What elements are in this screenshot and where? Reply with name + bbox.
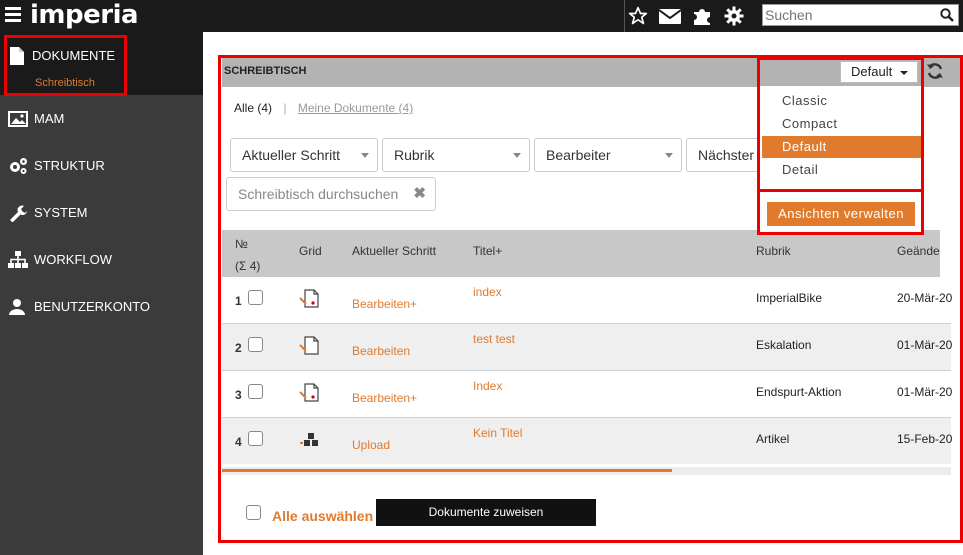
gear-icon[interactable] (718, 0, 750, 32)
wrench-icon (10, 205, 27, 222)
puzzle-icon[interactable] (686, 0, 718, 32)
manage-views-button[interactable]: Ansichten verwalten (767, 202, 915, 226)
global-search[interactable] (762, 4, 959, 26)
sidebar-item-label: STRUKTUR (34, 158, 105, 173)
highlight-box-view-options (757, 57, 924, 192)
envelope-icon[interactable] (654, 0, 686, 32)
user-icon (9, 298, 25, 315)
top-bar: imperia (0, 0, 963, 32)
sitemap-icon (8, 250, 28, 268)
highlight-box-dokumente (4, 35, 127, 96)
sidebar-item-mam[interactable]: MAM (0, 95, 203, 142)
hamburger-menu-icon[interactable] (5, 7, 21, 22)
sidebar-item-system[interactable]: SYSTEM (0, 189, 203, 236)
global-search-input[interactable] (763, 5, 933, 25)
top-bar-icons (622, 0, 750, 32)
search-icon[interactable] (940, 8, 954, 25)
sidebar-item-label: BENUTZERKONTO (34, 299, 151, 314)
imperia-logo[interactable]: imperia (30, 0, 139, 30)
sidebar-item-struktur[interactable]: STRUKTUR (0, 142, 203, 189)
sidebar-item-workflow[interactable]: WORKFLOW (0, 236, 203, 283)
sidebar-item-benutzerkonto[interactable]: BENUTZERKONTO (0, 283, 203, 330)
sidebar-item-label: SYSTEM (34, 205, 88, 220)
sidebar-item-label: WORKFLOW (34, 252, 112, 267)
star-icon[interactable] (622, 0, 654, 32)
sidebar-item-label: MAM (34, 111, 65, 126)
image-icon (8, 110, 28, 127)
gears-icon (10, 157, 27, 174)
refresh-icon[interactable] (926, 62, 944, 83)
sidebar: DOKUMENTE Schreibtisch MAM STRUKTUR SYST… (0, 32, 203, 555)
